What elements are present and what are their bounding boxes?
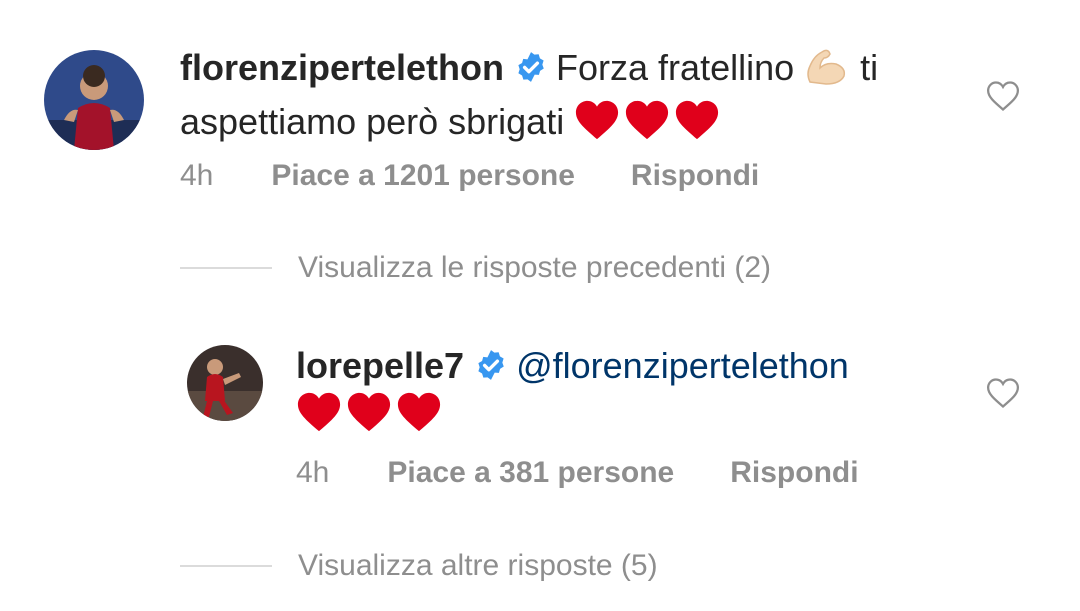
hearts-group xyxy=(296,390,442,434)
comment-username[interactable]: florenzipertelethon xyxy=(180,47,504,88)
view-previous-replies-button[interactable]: Visualizza le risposte precedenti (2) xyxy=(180,248,771,288)
avatar[interactable] xyxy=(44,50,144,150)
reply-button[interactable]: Rispondi xyxy=(631,159,759,193)
like-heart-icon[interactable] xyxy=(986,80,1020,112)
mention-link[interactable]: @florenzipertelethon xyxy=(516,345,849,386)
view-previous-replies-label: Visualizza le risposte precedenti (2) xyxy=(298,251,772,284)
comment-body-cont: ti xyxy=(860,47,879,88)
verified-badge-icon xyxy=(474,348,508,382)
avatar[interactable] xyxy=(187,345,263,421)
comment-text: florenzipertelethon Forza fratellino ti a… xyxy=(180,44,960,146)
red-heart-icon xyxy=(676,100,719,140)
likes-count-link[interactable]: Piace a 1201 persone xyxy=(271,159,575,193)
verified-badge-icon xyxy=(514,50,548,84)
view-more-replies-label: Visualizza altre risposte (5) xyxy=(298,549,658,582)
comment-time: 4h xyxy=(180,159,214,192)
comment-time: 4h xyxy=(296,456,330,489)
comment-username[interactable]: lorepelle7 xyxy=(296,345,464,386)
red-heart-icon xyxy=(297,392,341,432)
likes-count-link[interactable]: Piace a 381 persone xyxy=(387,456,674,490)
divider-line xyxy=(180,267,272,269)
flexed-biceps-icon xyxy=(804,44,850,98)
red-heart-icon xyxy=(397,392,441,432)
divider-line xyxy=(180,565,272,567)
hearts-group xyxy=(574,98,720,142)
comment-text: lorepelle7 @florenzipertelethon xyxy=(296,342,956,438)
comment-body-line2: aspettiamo però sbrigati xyxy=(180,101,565,142)
red-heart-icon xyxy=(347,392,391,432)
reply-button[interactable]: Rispondi xyxy=(730,456,858,490)
comment-body: Forza fratellino xyxy=(556,47,795,88)
comment-meta: 4h Piace a 1201 persone Rispondi xyxy=(180,156,759,196)
view-more-replies-button[interactable]: Visualizza altre risposte (5) xyxy=(180,546,658,586)
red-heart-icon xyxy=(626,100,669,140)
red-heart-icon xyxy=(576,100,619,140)
comment-meta: 4h Piace a 381 persone Rispondi xyxy=(296,453,859,493)
like-heart-icon[interactable] xyxy=(986,377,1020,409)
